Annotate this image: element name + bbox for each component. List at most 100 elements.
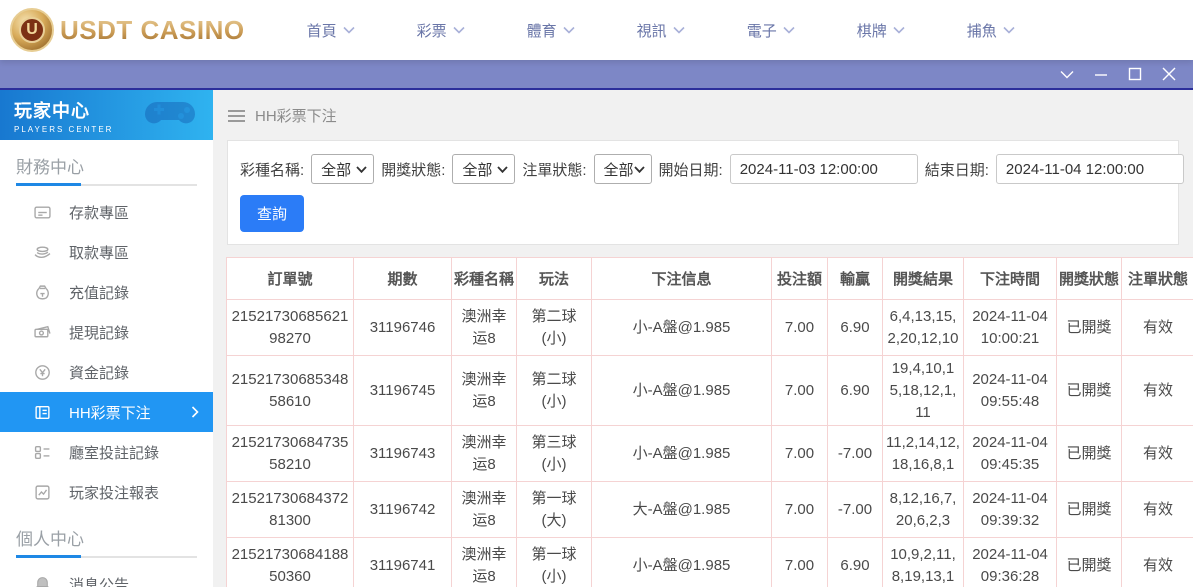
caret-down-icon [497,166,508,173]
window-dropdown-button[interactable] [1057,64,1077,84]
nav-item-slots[interactable]: 電子 [747,20,795,41]
sidebar-item-player-bet-report[interactable]: 玩家投注報表 [0,472,213,512]
selected-value: 全部 [321,159,351,180]
minimize-button[interactable] [1091,64,1111,84]
sidebar-item-hall-bet-records[interactable]: 廳室投註記錄 [0,432,213,472]
nav-item-fishing[interactable]: 捕魚 [967,20,1015,41]
table-cell: -7.00 [828,426,883,482]
button-row: 查詢 [240,195,1166,232]
table-cell: 31196745 [354,356,452,426]
table-cell: 澳洲幸运8 [452,482,517,538]
sidebar-item-withdrawal-records[interactable]: 提現記錄 [0,312,213,352]
page-title: HH彩票下注 [255,105,337,126]
column-header: 注單狀態 [1122,258,1193,300]
table-cell: 第一球(小) [517,538,592,587]
bet-records-table-wrap: 訂單號期數彩種名稱玩法下注信息投注額輸贏開獎結果下注時間開獎狀態注單狀態 215… [226,257,1193,587]
table-cell: 已開獎 [1057,356,1122,426]
table-cell: 已開獎 [1057,426,1122,482]
table-cell: 澳洲幸运8 [452,356,517,426]
table-header-row: 訂單號期數彩種名稱玩法下注信息投注額輸贏開獎結果下注時間開獎狀態注單狀態 [227,258,1193,300]
nav-label: 視訊 [637,20,667,41]
table-cell: 31196743 [354,426,452,482]
sidebar-item-deposit[interactable]: 存款專區 [0,192,213,232]
table-cell: 7.00 [772,482,828,538]
nav-item-sports[interactable]: 體育 [527,20,575,41]
table-cell: 有效 [1122,538,1193,587]
table-cell: 6,4,13,15,2,20,12,10 [883,300,964,356]
breadcrumb: HH彩票下注 [213,90,1193,137]
table-cell: 2024-11-04 09:55:48 [964,356,1057,426]
order-status-label: 注單狀態: [522,159,586,180]
sidebar-item-label: 資金記錄 [69,362,129,383]
nav-label: 體育 [527,20,557,41]
table-cell: 6.90 [828,356,883,426]
money-bag-icon [34,284,51,301]
filter-panel: 彩種名稱: 全部 開獎狀態: 全部 注單狀態: 全部 開始日期: 結束日期: [227,140,1179,245]
section-finance-center: 財務中心 [0,140,213,184]
sidebar-item-funds-records[interactable]: 資金記錄 [0,352,213,392]
column-header: 下注信息 [592,258,772,300]
table-cell: 有效 [1122,482,1193,538]
sidebar-item-label: 消息公告 [69,574,129,587]
chevron-down-icon [1003,26,1015,34]
table-cell: 澳洲幸运8 [452,538,517,587]
nav-item-live[interactable]: 視訊 [637,20,685,41]
column-header: 開獎結果 [883,258,964,300]
checklist-icon [34,444,51,461]
nav-item-cards[interactable]: 棋牌 [857,20,905,41]
bell-icon [34,576,51,587]
sidebar-item-announcements[interactable]: 消息公告 [0,564,213,587]
lottery-book-icon [34,404,51,421]
sidebar-item-withdraw[interactable]: 取款專區 [0,232,213,272]
table-cell: 小-A盤@1.985 [592,538,772,587]
table-cell: 6.90 [828,538,883,587]
column-header: 下注時間 [964,258,1057,300]
sidebar-item-label: 提現記錄 [69,322,129,343]
sidebar-item-label: 廳室投註記錄 [69,442,159,463]
draw-status-label: 開獎狀態: [381,159,445,180]
table-cell: 第二球(小) [517,300,592,356]
column-header: 開獎狀態 [1057,258,1122,300]
draw-status-select[interactable]: 全部 [452,154,515,184]
menu-toggle-icon[interactable] [228,110,245,122]
table-cell: 有效 [1122,300,1193,356]
nav-label: 捕魚 [967,20,997,41]
section-personal-center: 個人中心 [0,512,213,556]
selected-value: 全部 [604,159,634,180]
nav-item-home[interactable]: 首頁 [307,20,355,41]
table-row: 215217306843728130031196742澳洲幸运8第一球(大)大-… [227,482,1193,538]
chevron-down-icon [453,26,465,34]
nav-label: 首頁 [307,20,337,41]
nav-item-lottery[interactable]: 彩票 [417,20,465,41]
window-controls [1057,64,1193,84]
caret-down-icon [634,166,645,173]
order-status-select[interactable]: 全部 [594,154,652,184]
sidebar-item-hh-lottery-bets[interactable]: HH彩票下注 [0,392,213,432]
column-header: 玩法 [517,258,592,300]
logo-letter: U [19,17,45,43]
brand-logo[interactable]: U USDT CASINO [0,8,245,52]
table-cell: 小-A盤@1.985 [592,300,772,356]
column-header: 投注額 [772,258,828,300]
sidebar-item-label: 存款專區 [69,202,129,223]
sidebar-header: 玩家中心 PLAYERS CENTER [0,90,213,140]
end-date-input[interactable] [996,154,1184,184]
start-date-label: 開始日期: [659,159,723,180]
chevron-down-icon [563,26,575,34]
lottery-name-select[interactable]: 全部 [311,154,374,184]
table-cell: 已開獎 [1057,482,1122,538]
search-button[interactable]: 查詢 [240,195,304,232]
table-cell: 第一球(大) [517,482,592,538]
gamepad-icon [143,96,203,134]
table-cell: 6.90 [828,300,883,356]
start-date-input[interactable] [730,154,918,184]
table-cell: 小-A盤@1.985 [592,426,772,482]
maximize-button[interactable] [1125,64,1145,84]
chevron-down-icon [1060,70,1074,79]
table-cell: 澳洲幸运8 [452,300,517,356]
nav-label: 電子 [747,20,777,41]
selected-value: 全部 [462,159,492,180]
sidebar-item-recharge-records[interactable]: 充值記錄 [0,272,213,312]
lottery-name-label: 彩種名稱: [240,159,304,180]
close-button[interactable] [1159,64,1179,84]
